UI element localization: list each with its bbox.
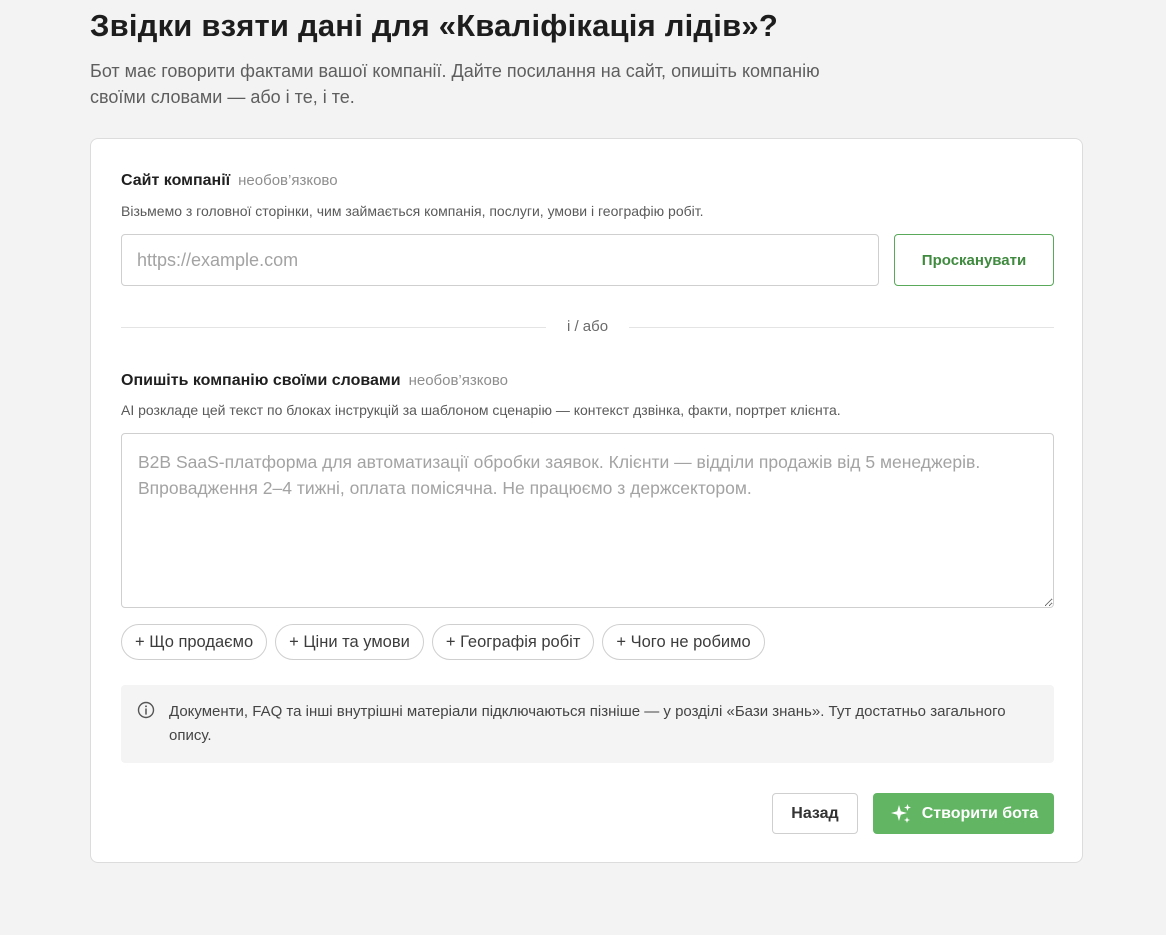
chip-what-we-sell[interactable]: + Що продаємо xyxy=(121,624,268,660)
or-divider: і / або xyxy=(121,317,1054,337)
description-hint: AI розкладе цей текст по блоках інструкц… xyxy=(121,402,841,418)
data-source-card: Сайт компанії необов’язково Візьмемо з го… xyxy=(90,138,1083,863)
knowledge-base-notice: Документи, FAQ та інші внутрішні матеріа… xyxy=(121,685,1054,763)
create-bot-label: Створити бота xyxy=(921,804,1039,822)
description-textarea[interactable] xyxy=(121,433,1054,608)
create-bot-button[interactable]: Створити бота xyxy=(873,793,1054,834)
website-field-label: Сайт компанії необов’язково xyxy=(121,172,338,190)
chip-geography[interactable]: + Географія робіт xyxy=(431,624,595,660)
info-icon xyxy=(137,701,155,719)
notice-text: Документи, FAQ та інші внутрішні матеріа… xyxy=(169,703,1006,744)
description-optional-tag: необов’язково xyxy=(408,372,508,389)
website-hint: Візьмемо з головної сторінки, чим займає… xyxy=(121,203,704,219)
scan-button[interactable]: Просканувати xyxy=(894,234,1054,286)
page: Звідки взяти дані для «Кваліфікація ліді… xyxy=(0,0,1166,935)
divider-line-right xyxy=(629,327,1054,328)
divider-text: і / або xyxy=(566,318,609,335)
page-subtitle: Бот має говорити фактами вашої компанії.… xyxy=(90,61,820,107)
chip-what-we-dont-do[interactable]: + Чого не робимо xyxy=(602,624,765,660)
back-button[interactable]: Назад xyxy=(772,793,858,834)
description-field-label: Опишіть компанію своїми словами необов’яз… xyxy=(121,372,508,390)
divider-line-left xyxy=(121,327,546,328)
chip-prices-terms[interactable]: + Ціни та умови xyxy=(275,624,424,660)
website-label-text: Сайт компанії xyxy=(121,172,231,189)
description-label-text: Опишіть компанію своїми словами xyxy=(121,372,401,389)
quick-add-chips: + Що продаємо + Ціни та умови + Географі… xyxy=(121,624,765,660)
website-optional-tag: необов’язково xyxy=(238,172,338,189)
sparkles-icon xyxy=(890,803,911,823)
website-url-input[interactable] xyxy=(121,234,879,286)
page-title: Звідки взяти дані для «Кваліфікація ліді… xyxy=(90,8,778,43)
